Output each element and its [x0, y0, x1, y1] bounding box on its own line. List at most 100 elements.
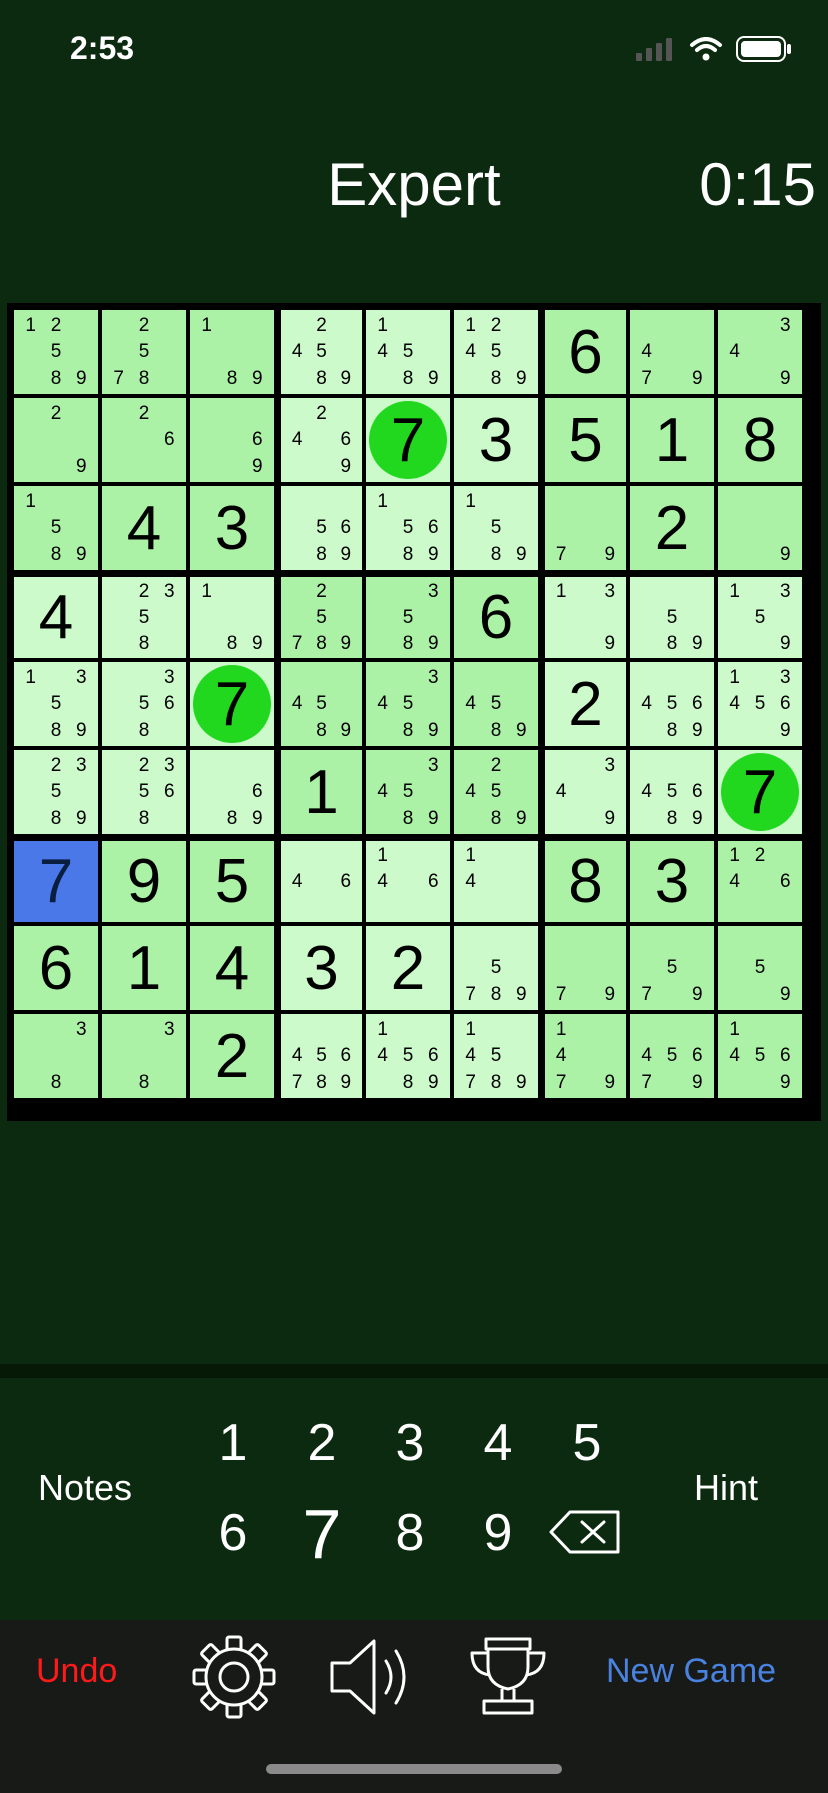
cell-r6c7[interactable]: 3 4 9 [545, 750, 626, 834]
cell-r2c4[interactable]: 24 6 9 [281, 398, 362, 482]
cell-r8c8[interactable]: 57 9 [630, 926, 714, 1010]
cell-r1c5[interactable]: 1 45 89 [366, 310, 450, 394]
cell-r2c5[interactable]: 7 [366, 398, 450, 482]
digit-button-8[interactable]: 8 [380, 1503, 440, 1563]
cell-r3c3[interactable]: 3 [190, 486, 274, 570]
cell-r6c6[interactable]: 245 89 [454, 750, 538, 834]
digit-button-1[interactable]: 1 [203, 1413, 263, 1473]
cell-r2c6[interactable]: 3 [454, 398, 538, 482]
digit-button-2[interactable]: 2 [292, 1413, 352, 1473]
cell-r7c1[interactable]: 7 [14, 841, 98, 922]
cell-r9c8[interactable]: 456 7 9 [630, 1014, 714, 1098]
cell-r9c2[interactable]: 38 [102, 1014, 186, 1098]
cell-r7c6[interactable]: 14 [454, 841, 538, 922]
cell-r8c5[interactable]: 2 [366, 926, 450, 1010]
cell-r2c9[interactable]: 8 [718, 398, 802, 482]
cell-r2c7[interactable]: 5 [545, 398, 626, 482]
cell-r7c2[interactable]: 9 [102, 841, 186, 922]
cell-r6c3[interactable]: 689 [190, 750, 274, 834]
hint-button[interactable]: Hint [694, 1467, 758, 1509]
cell-notes: 26 [106, 400, 182, 480]
cell-r8c4[interactable]: 3 [281, 926, 362, 1010]
cell-r4c3[interactable]: 1 89 [190, 577, 274, 658]
trophy-icon[interactable] [466, 1633, 550, 1721]
cell-r5c5[interactable]: 3 45 89 [366, 662, 450, 746]
cell-r6c4[interactable]: 1 [281, 750, 362, 834]
cell-r1c2[interactable]: 2 578 [102, 310, 186, 394]
gear-icon[interactable] [190, 1633, 278, 1721]
cell-r3c1[interactable]: 1589 [14, 486, 98, 570]
cell-r8c7[interactable]: 79 [545, 926, 626, 1010]
cell-r5c1[interactable]: 1 35 89 [14, 662, 98, 746]
digit-button-5[interactable]: 5 [557, 1413, 617, 1473]
cell-r5c8[interactable]: 45689 [630, 662, 714, 746]
cell-r5c7[interactable]: 2 [545, 662, 626, 746]
cell-notes: 12 5 89 [18, 312, 94, 392]
cell-r5c9[interactable]: 1 3 456 9 [718, 662, 802, 746]
cell-r3c9[interactable]: 9 [718, 486, 802, 570]
cell-r3c8[interactable]: 2 [630, 486, 714, 570]
cell-r3c7[interactable]: 79 [545, 486, 626, 570]
cell-r4c4[interactable]: 2 5789 [281, 577, 362, 658]
digit-button-6[interactable]: 6 [203, 1503, 263, 1563]
cell-r9c3[interactable]: 2 [190, 1014, 274, 1098]
cell-r6c8[interactable]: 45689 [630, 750, 714, 834]
cell-r1c7[interactable]: 6 [545, 310, 626, 394]
cell-r8c1[interactable]: 6 [14, 926, 98, 1010]
cell-r6c9[interactable]: 7 [718, 750, 802, 834]
cell-r1c8[interactable]: 4 7 9 [630, 310, 714, 394]
cell-r4c2[interactable]: 235 8 [102, 577, 186, 658]
new-game-button[interactable]: New Game [606, 1652, 776, 1691]
digit-button-4[interactable]: 4 [468, 1413, 528, 1473]
cell-r1c3[interactable]: 1 89 [190, 310, 274, 394]
cell-r2c8[interactable]: 1 [630, 398, 714, 482]
cell-r6c5[interactable]: 3 45 89 [366, 750, 450, 834]
speaker-icon[interactable] [326, 1633, 418, 1721]
cell-r7c9[interactable]: 124 6 [718, 841, 802, 922]
cell-r5c6[interactable]: 45 89 [454, 662, 538, 746]
cell-r7c5[interactable]: 1 4 6 [366, 841, 450, 922]
cell-r9c6[interactable]: 1 45789 [454, 1014, 538, 1098]
undo-button[interactable]: Undo [36, 1652, 117, 1691]
cell-r3c6[interactable]: 1589 [454, 486, 538, 570]
cell-r1c1[interactable]: 12 5 89 [14, 310, 98, 394]
cell-r5c3[interactable]: 7 [190, 662, 274, 746]
cell-r9c1[interactable]: 38 [14, 1014, 98, 1098]
cell-r9c9[interactable]: 1 456 9 [718, 1014, 802, 1098]
cell-r7c4[interactable]: 46 [281, 841, 362, 922]
cell-r3c5[interactable]: 15689 [366, 486, 450, 570]
cell-r6c2[interactable]: 23568 [102, 750, 186, 834]
cell-r5c4[interactable]: 45 89 [281, 662, 362, 746]
cell-r2c1[interactable]: 29 [14, 398, 98, 482]
cell-r8c2[interactable]: 1 [102, 926, 186, 1010]
cell-r3c2[interactable]: 4 [102, 486, 186, 570]
cell-r6c1[interactable]: 235 89 [14, 750, 98, 834]
cell-r4c1[interactable]: 4 [14, 577, 98, 658]
cell-r3c4[interactable]: 5689 [281, 486, 362, 570]
cell-r9c7[interactable]: 1 4 7 9 [545, 1014, 626, 1098]
cell-r9c4[interactable]: 456 789 [281, 1014, 362, 1098]
digit-button-7[interactable]: 7 [292, 1494, 352, 1574]
cell-r2c3[interactable]: 69 [190, 398, 274, 482]
cell-r4c6[interactable]: 6 [454, 577, 538, 658]
cell-r4c7[interactable]: 1 3 9 [545, 577, 626, 658]
cell-r7c8[interactable]: 3 [630, 841, 714, 922]
cell-r4c8[interactable]: 5 89 [630, 577, 714, 658]
cell-r7c3[interactable]: 5 [190, 841, 274, 922]
cell-r4c9[interactable]: 1 359 [718, 577, 802, 658]
cell-r9c5[interactable]: 1 45689 [366, 1014, 450, 1098]
cell-r5c2[interactable]: 3568 [102, 662, 186, 746]
cell-r2c2[interactable]: 26 [102, 398, 186, 482]
digit-button-9[interactable]: 9 [468, 1503, 528, 1563]
cell-r8c6[interactable]: 5789 [454, 926, 538, 1010]
cell-r1c9[interactable]: 3 4 9 [718, 310, 802, 394]
cell-r7c7[interactable]: 8 [545, 841, 626, 922]
notes-button[interactable]: Notes [38, 1467, 132, 1509]
cell-r8c9[interactable]: 59 [718, 926, 802, 1010]
cell-r1c4[interactable]: 245 89 [281, 310, 362, 394]
digit-button-3[interactable]: 3 [380, 1413, 440, 1473]
cell-r4c5[interactable]: 35 89 [366, 577, 450, 658]
cell-r8c3[interactable]: 4 [190, 926, 274, 1010]
backspace-icon[interactable] [548, 1508, 622, 1556]
cell-r1c6[interactable]: 1245 89 [454, 310, 538, 394]
